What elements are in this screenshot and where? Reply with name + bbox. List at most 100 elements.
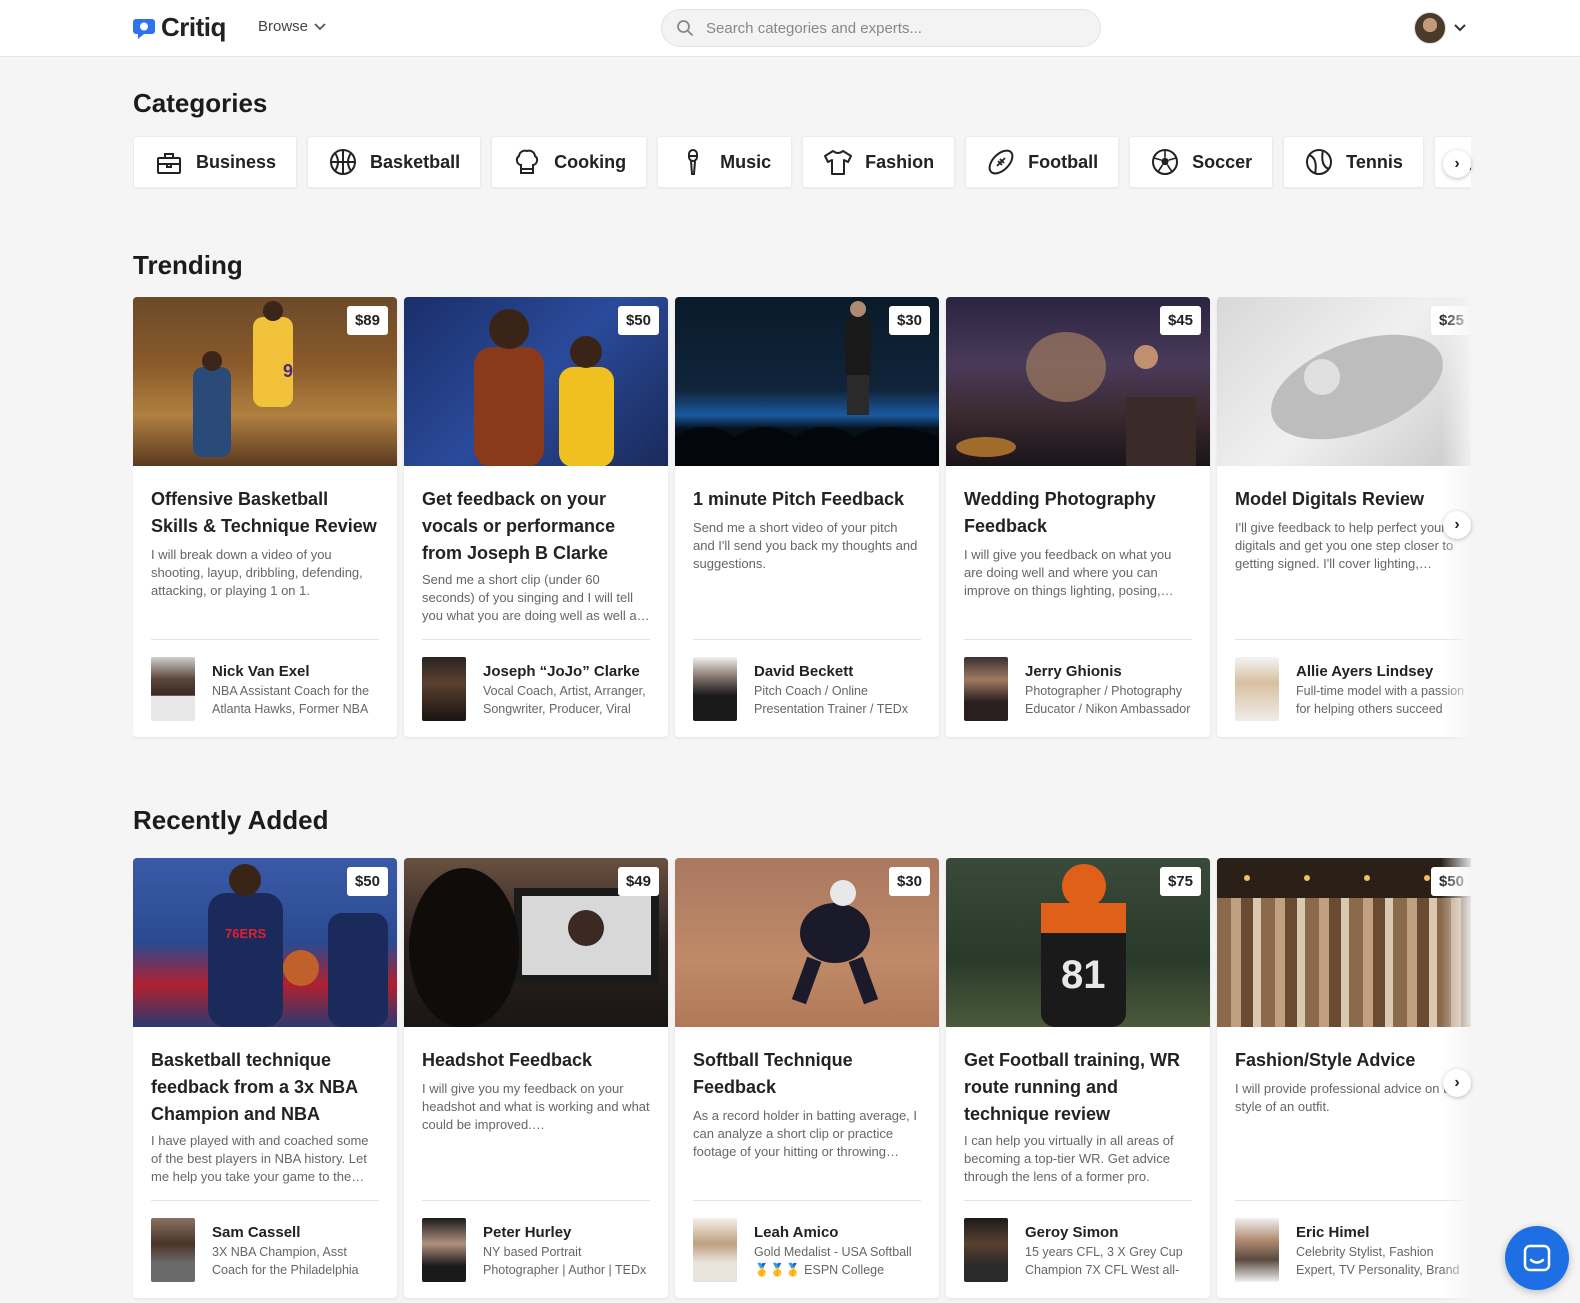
- card-description: I have played with and coached some of t…: [151, 1133, 369, 1184]
- category-label: Football: [1028, 151, 1099, 172]
- card-description: As a record holder in batting average, I…: [693, 1108, 918, 1159]
- card-title: Get feedback on your vocals or performan…: [422, 489, 616, 563]
- brand-logo[interactable]: Critiq: [133, 12, 226, 43]
- top-header: Critiq Browse: [0, 0, 1580, 57]
- category-label: Music: [720, 151, 772, 172]
- recent-card[interactable]: $30 Softball Technique Feedback As a rec…: [675, 858, 939, 1298]
- categories-heading: Categories: [133, 88, 268, 118]
- card-description: Send me a short video of your pitch and …: [693, 520, 918, 571]
- expert-info: Eric Himel Celebrity Stylist, Fashion Exp…: [1235, 1218, 1466, 1282]
- category-soccer[interactable]: Soccer: [1129, 136, 1274, 188]
- card-title: Model Digitals Review: [1235, 489, 1425, 509]
- expert-name: Jerry Ghionis: [1025, 663, 1122, 680]
- expert-name: Eric Himel: [1296, 1224, 1370, 1241]
- expert-info: Nick Van Exel NBA Assistant Coach for the…: [151, 657, 382, 721]
- expert-info: Leah Amico Gold Medalist - USA Softball 🥇…: [693, 1218, 924, 1282]
- recently-added-next-button[interactable]: ›: [1443, 1069, 1471, 1097]
- category-basketball[interactable]: Basketball: [307, 136, 482, 188]
- card-image: $30: [675, 858, 939, 1027]
- trending-next-button[interactable]: ›: [1443, 511, 1471, 539]
- recently-added-row: 76ERS $50 Basketball technique feedback …: [133, 858, 1471, 1303]
- expert-avatar: [422, 657, 466, 721]
- chat-logo-icon: [133, 18, 155, 39]
- card-title: Wedding Photography Feedback: [964, 489, 1156, 536]
- search-bar: [661, 9, 1101, 47]
- price-badge: $89: [346, 306, 388, 335]
- expert-name: Sam Cassell: [212, 1224, 301, 1241]
- chef-hat-icon: [515, 149, 539, 174]
- svg-text:81: 81: [1061, 953, 1106, 997]
- price-badge: $30: [888, 867, 930, 896]
- card-description: I'll give feedback to help perfect your …: [1235, 520, 1454, 571]
- profile-menu[interactable]: [1414, 12, 1466, 44]
- category-cooking[interactable]: Cooking: [491, 136, 648, 188]
- card-title: Basketball technique feedback from a 3x …: [151, 1050, 358, 1124]
- card-image: $25: [1217, 297, 1471, 466]
- expert-info: Sam Cassell 3X NBA Champion, Asst Coach f…: [151, 1218, 382, 1282]
- category-fashion[interactable]: Fashion: [802, 136, 956, 188]
- category-label: Tennis: [1346, 151, 1403, 172]
- recent-card[interactable]: $50 Fashion/Style Advice I will provide …: [1217, 858, 1471, 1298]
- trending-card[interactable]: $50 Get feedback on your vocals or perfo…: [404, 297, 668, 737]
- card-divider: [1235, 1200, 1463, 1201]
- card-description: Send me a short clip (under 60 seconds) …: [422, 572, 644, 623]
- recent-card[interactable]: 76ERS $50 Basketball technique feedback …: [133, 858, 397, 1298]
- card-description: I will provide professional advice on th…: [1235, 1081, 1462, 1114]
- recent-card[interactable]: $49 Headshot Feedback I will give you my…: [404, 858, 668, 1298]
- expert-bio: Celebrity Stylist, Fashion Expert, TV Pe…: [1296, 1245, 1460, 1277]
- expert-name: Peter Hurley: [483, 1224, 572, 1241]
- card-image: $45: [946, 297, 1210, 466]
- card-title: Softball Technique Feedback: [693, 1050, 853, 1097]
- expert-info: Geroy Simon 15 years CFL, 3 X Grey Cup Ch…: [964, 1218, 1195, 1282]
- trending-card[interactable]: $45 Wedding Photography Feedback I will …: [946, 297, 1210, 737]
- expert-bio: Vocal Coach, Artist, Arranger, Songwrite…: [483, 684, 646, 716]
- price-badge: $50: [346, 867, 388, 896]
- expert-info: Jerry Ghionis Photographer / Photography …: [964, 657, 1195, 721]
- expert-name: Allie Ayers Lindsey: [1296, 663, 1434, 680]
- category-football[interactable]: Football: [965, 136, 1120, 188]
- card-divider: [693, 1200, 921, 1201]
- chevron-down-icon: [314, 22, 326, 30]
- card-description: I will give you feedback on what you are…: [964, 547, 1172, 598]
- user-avatar: [1414, 12, 1446, 44]
- trending-card[interactable]: 9 $89 Offensive Basketball Skills & Tech…: [133, 297, 397, 737]
- expert-bio: Full-time model with a passion for helpi…: [1296, 684, 1465, 716]
- trending-card[interactable]: $30 1 minute Pitch Feedback Send me a sh…: [675, 297, 939, 737]
- card-description: I will give you my feedback on your head…: [422, 1081, 650, 1132]
- expert-bio: Gold Medalist - USA Softball 🥇🥇🥇 ESPN Co…: [754, 1245, 912, 1277]
- category-label: Fashion: [865, 151, 935, 172]
- card-image: $49: [404, 858, 668, 1028]
- expert-avatar: [151, 1218, 195, 1282]
- card-image: $50: [404, 297, 668, 467]
- card-divider: [151, 639, 379, 640]
- expert-bio: Pitch Coach / Online Presentation Traine…: [754, 684, 909, 716]
- expert-name: Geroy Simon: [1025, 1224, 1119, 1241]
- browse-label: Browse: [258, 18, 309, 35]
- expert-info: Allie Ayers Lindsey Full-time model with …: [1235, 657, 1466, 721]
- browse-dropdown[interactable]: Browse: [258, 18, 326, 35]
- card-title: 1 minute Pitch Feedback: [693, 489, 905, 509]
- category-music[interactable]: Music: [657, 136, 793, 188]
- card-image: 76ERS $50: [133, 858, 397, 1027]
- search-input[interactable]: [706, 19, 1086, 37]
- microphone-icon: [688, 149, 699, 175]
- card-image: $50: [1217, 858, 1471, 1027]
- expert-avatar: [964, 1218, 1008, 1282]
- price-badge: $50: [1430, 867, 1471, 896]
- card-title: Offensive Basketball Skills & Technique …: [151, 489, 377, 536]
- expert-avatar: [151, 657, 195, 721]
- card-title: Fashion/Style Advice: [1235, 1050, 1416, 1070]
- card-divider: [422, 1200, 650, 1201]
- categories-next-button[interactable]: ›: [1443, 150, 1471, 178]
- price-badge: $50: [617, 306, 659, 335]
- category-business[interactable]: Business: [133, 136, 298, 188]
- card-divider: [964, 639, 1192, 640]
- category-tennis[interactable]: Tennis: [1283, 136, 1424, 188]
- svg-text:76ERS: 76ERS: [225, 926, 267, 941]
- chat-launcher-button[interactable]: [1505, 1226, 1569, 1290]
- trending-card[interactable]: $25 Model Digitals Review I'll give feed…: [1217, 297, 1471, 737]
- recent-card[interactable]: 81 $75 Get Football training, WR route r…: [946, 858, 1210, 1298]
- card-title: Headshot Feedback: [422, 1050, 593, 1070]
- expert-info: Joseph “JoJo” Clarke Vocal Coach, Artist,…: [422, 657, 653, 721]
- soccer-ball-icon: [1152, 149, 1179, 175]
